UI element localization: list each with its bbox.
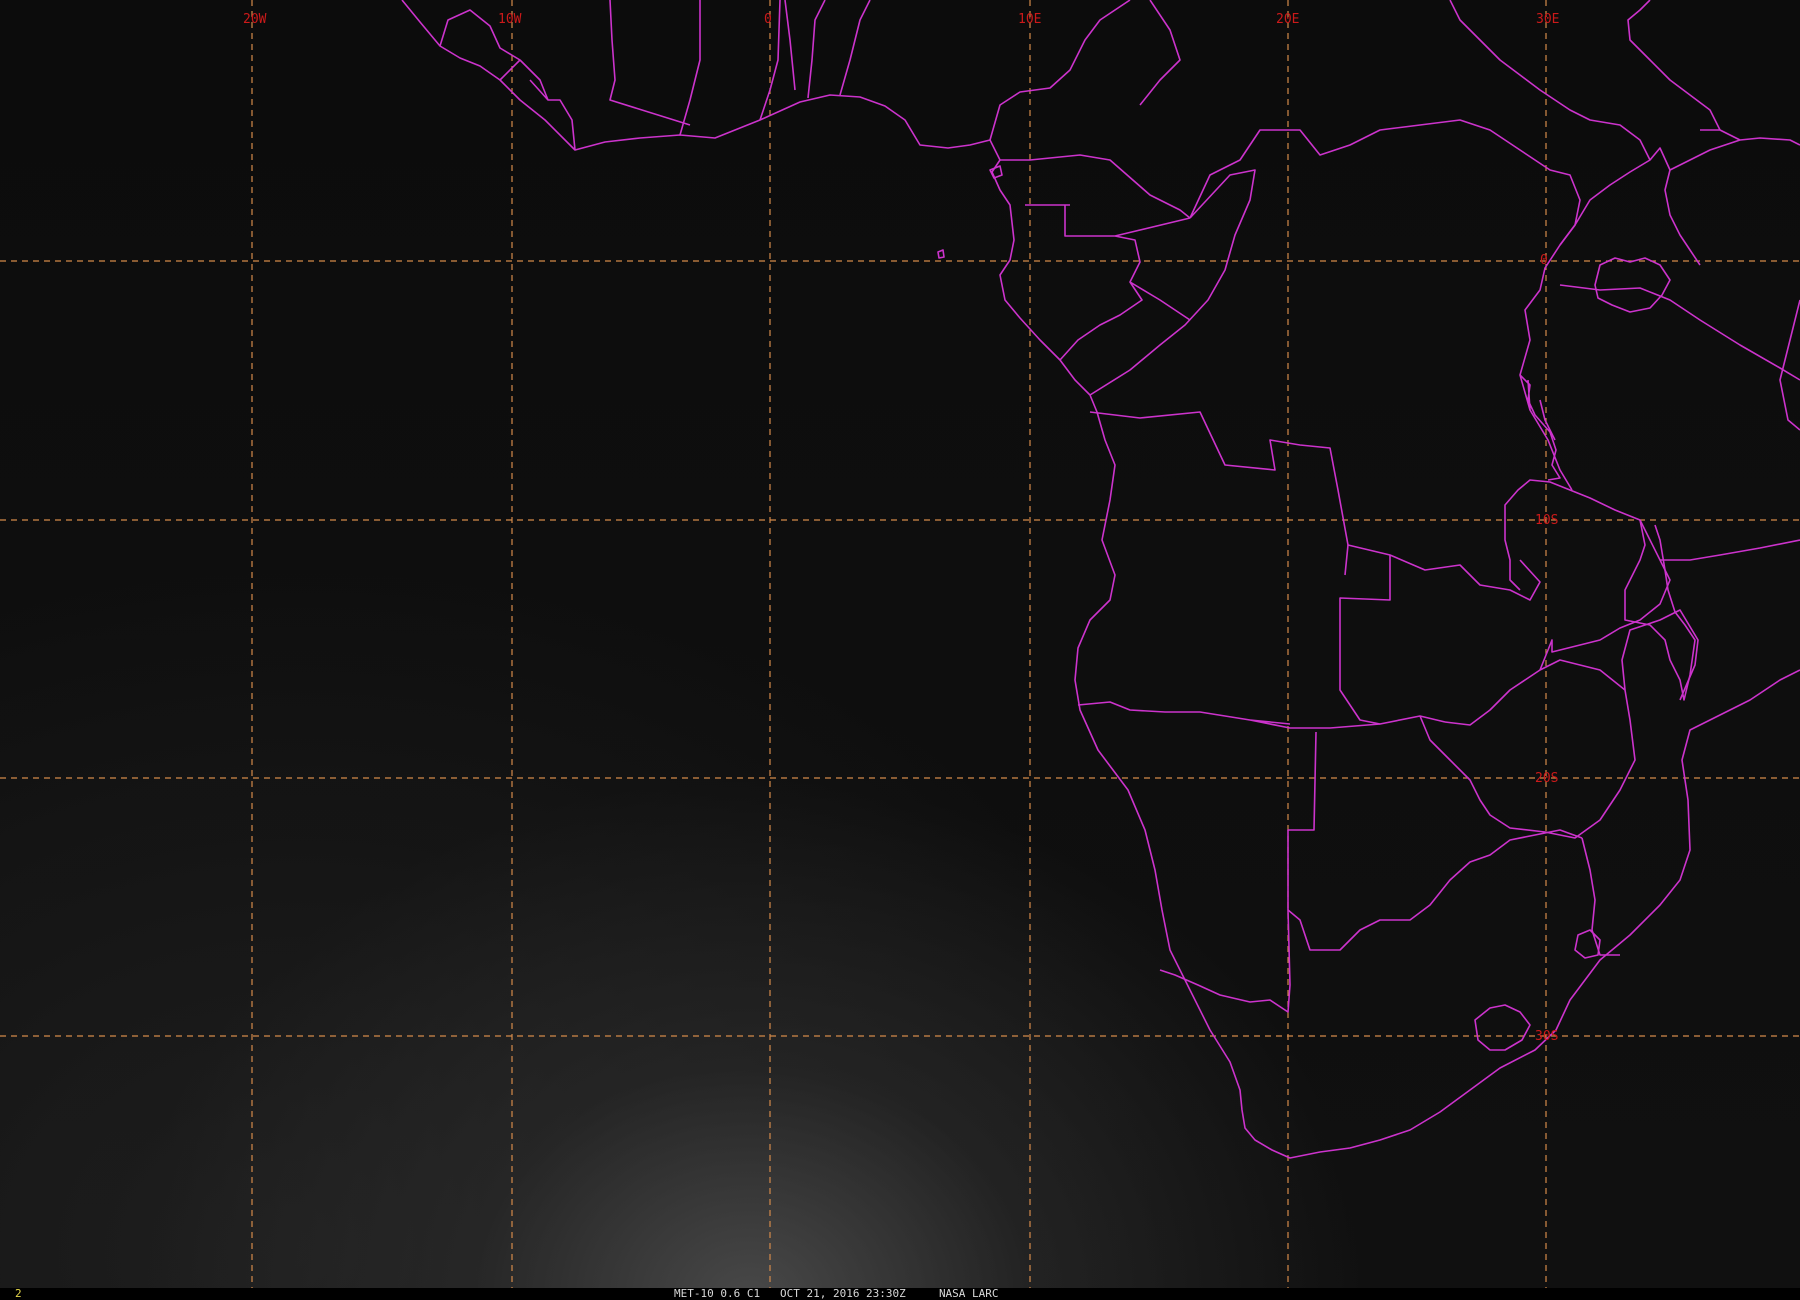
- border-angola-drc: [1089, 411, 1541, 601]
- longitude-labels: 20W 10W 0 10E 20E 30E: [243, 12, 1559, 27]
- border-tanzania-zambia: [1504, 479, 1671, 671]
- lat-label-10s: 10S: [1535, 513, 1558, 528]
- border-gabon-congo: [1025, 204, 1191, 361]
- border-lesotho: [1474, 1004, 1531, 1051]
- border-botswana-south: [1287, 829, 1583, 951]
- lon-label-20e: 20E: [1276, 12, 1299, 27]
- satellite-band: MET-10 0.6 C1: [674, 1287, 761, 1300]
- border-nigeria-cameroon: [989, 0, 1191, 219]
- border-namibia-botswana: [1159, 731, 1317, 1013]
- lake-victoria: [1594, 257, 1671, 313]
- island-bioko: [989, 165, 1003, 179]
- border-zimbabwe-mozambique: [1581, 609, 1699, 956]
- image-caption: MET-10 0.6 C1 OCT 21, 2016 23:30Z NASA L…: [674, 1288, 999, 1300]
- island-sao-tome: [937, 249, 945, 259]
- border-angola-zambia: [1339, 544, 1391, 725]
- lat-label-0: 0: [1540, 253, 1548, 268]
- map-overlay: 20W 10W 0 10E 20E 30E 0 10S 20S 30S: [0, 0, 1800, 1288]
- latitude-labels: 0 10S 20S 30S: [1535, 253, 1558, 1044]
- lat-label-20s: 20S: [1535, 771, 1558, 786]
- border-car-chad-drc: [1139, 0, 1581, 491]
- lon-label-0: 0: [764, 12, 772, 27]
- lon-label-10e: 10E: [1018, 12, 1041, 27]
- data-source: NASA LARC: [938, 1287, 999, 1300]
- frame-number: 2: [15, 1287, 22, 1300]
- graticule: [0, 0, 1800, 1288]
- status-bar: 2 MET-10 0.6 C1 OCT 21, 2016 23:30Z NASA…: [0, 1288, 1800, 1300]
- image-datetime: OCT 21, 2016 23:30Z: [779, 1287, 906, 1300]
- border-drc-congo: [1089, 169, 1256, 396]
- border-namibia-angola: [1077, 701, 1446, 729]
- border-west-africa-inland: [499, 0, 871, 136]
- lon-label-30e: 30E: [1536, 12, 1559, 27]
- coastline-west-africa: [401, 0, 1800, 1159]
- border-malawi: [1624, 519, 1696, 701]
- lon-label-10w: 10W: [498, 12, 522, 27]
- border-zambia-zimbabwe: [1419, 659, 1636, 839]
- border-east-africa-north: [1449, 0, 1800, 266]
- boundaries: [401, 0, 1800, 1159]
- border-mozambique-tanzania: [1559, 284, 1800, 561]
- lon-label-20w: 20W: [243, 12, 267, 27]
- lat-label-30s: 30S: [1535, 1029, 1558, 1044]
- coastline-east-africa: [1779, 299, 1800, 431]
